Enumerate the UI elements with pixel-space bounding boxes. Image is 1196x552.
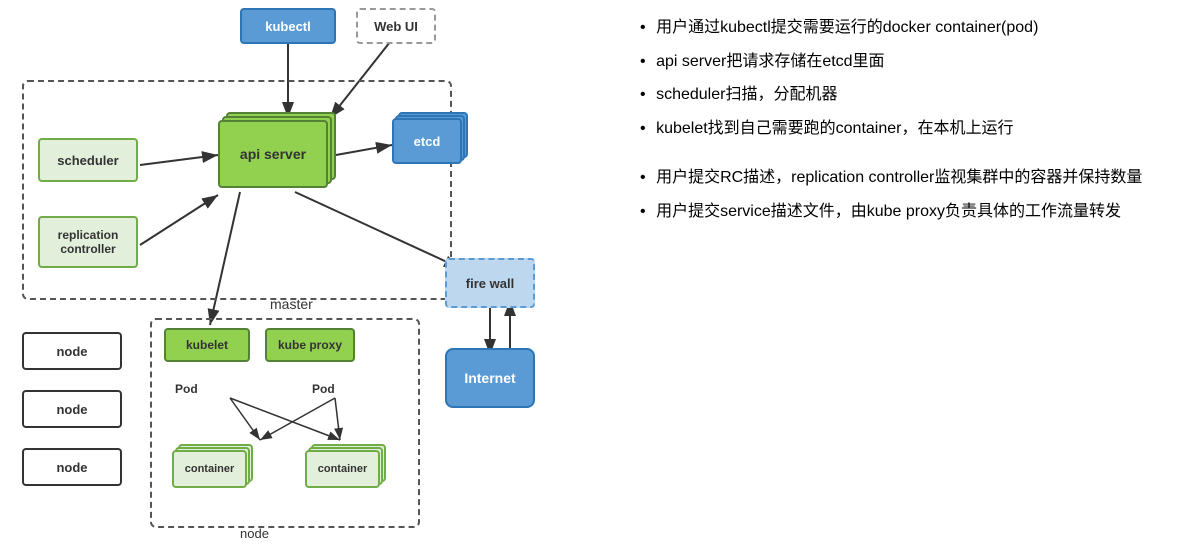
webui-box: Web UI — [356, 8, 436, 44]
etcd-front: etcd — [392, 118, 462, 164]
internet-box: Internet — [445, 348, 535, 408]
bullet-list: 用户通过kubectl提交需要运行的docker container(pod) … — [640, 15, 1176, 141]
bullet-item-4: kubelet找到自己需要跑的container，在本机上运行 — [640, 116, 1176, 142]
container1-front: container — [172, 450, 247, 488]
scheduler-box: scheduler — [38, 138, 138, 182]
firewall-box: fire wall — [445, 258, 535, 308]
bullet-item-1: 用户通过kubectl提交需要运行的docker container(pod) — [640, 15, 1176, 41]
diagram-area: kubectl Web UI master scheduler replicat… — [0, 0, 620, 552]
text-area: 用户通过kubectl提交需要运行的docker container(pod) … — [620, 0, 1196, 552]
replication-controller-box: replication controller — [38, 216, 138, 268]
bullet-list-2: 用户提交RC描述，replication controller监视集群中的容器并… — [640, 165, 1176, 224]
node-bottom-label: node — [240, 526, 269, 541]
bullet-item-6: 用户提交service描述文件，由kube proxy负责具体的工作流量转发 — [640, 199, 1176, 225]
bullet-item-5: 用户提交RC描述，replication controller监视集群中的容器并… — [640, 165, 1176, 191]
bullet-item-3: scheduler扫描，分配机器 — [640, 82, 1176, 108]
kubelet-box: kubelet — [164, 328, 250, 362]
node1-box: node — [22, 332, 122, 370]
pod1-label: Pod — [175, 382, 198, 396]
container2-front: container — [305, 450, 380, 488]
kubectl-box: kubectl — [240, 8, 336, 44]
node2-box: node — [22, 390, 122, 428]
bullet-item-2: api server把请求存储在etcd里面 — [640, 49, 1176, 75]
master-label: master — [270, 296, 313, 312]
kube-proxy-box: kube proxy — [265, 328, 355, 362]
node3-box: node — [22, 448, 122, 486]
api-server-front: api server — [218, 120, 328, 188]
pod2-label: Pod — [312, 382, 335, 396]
